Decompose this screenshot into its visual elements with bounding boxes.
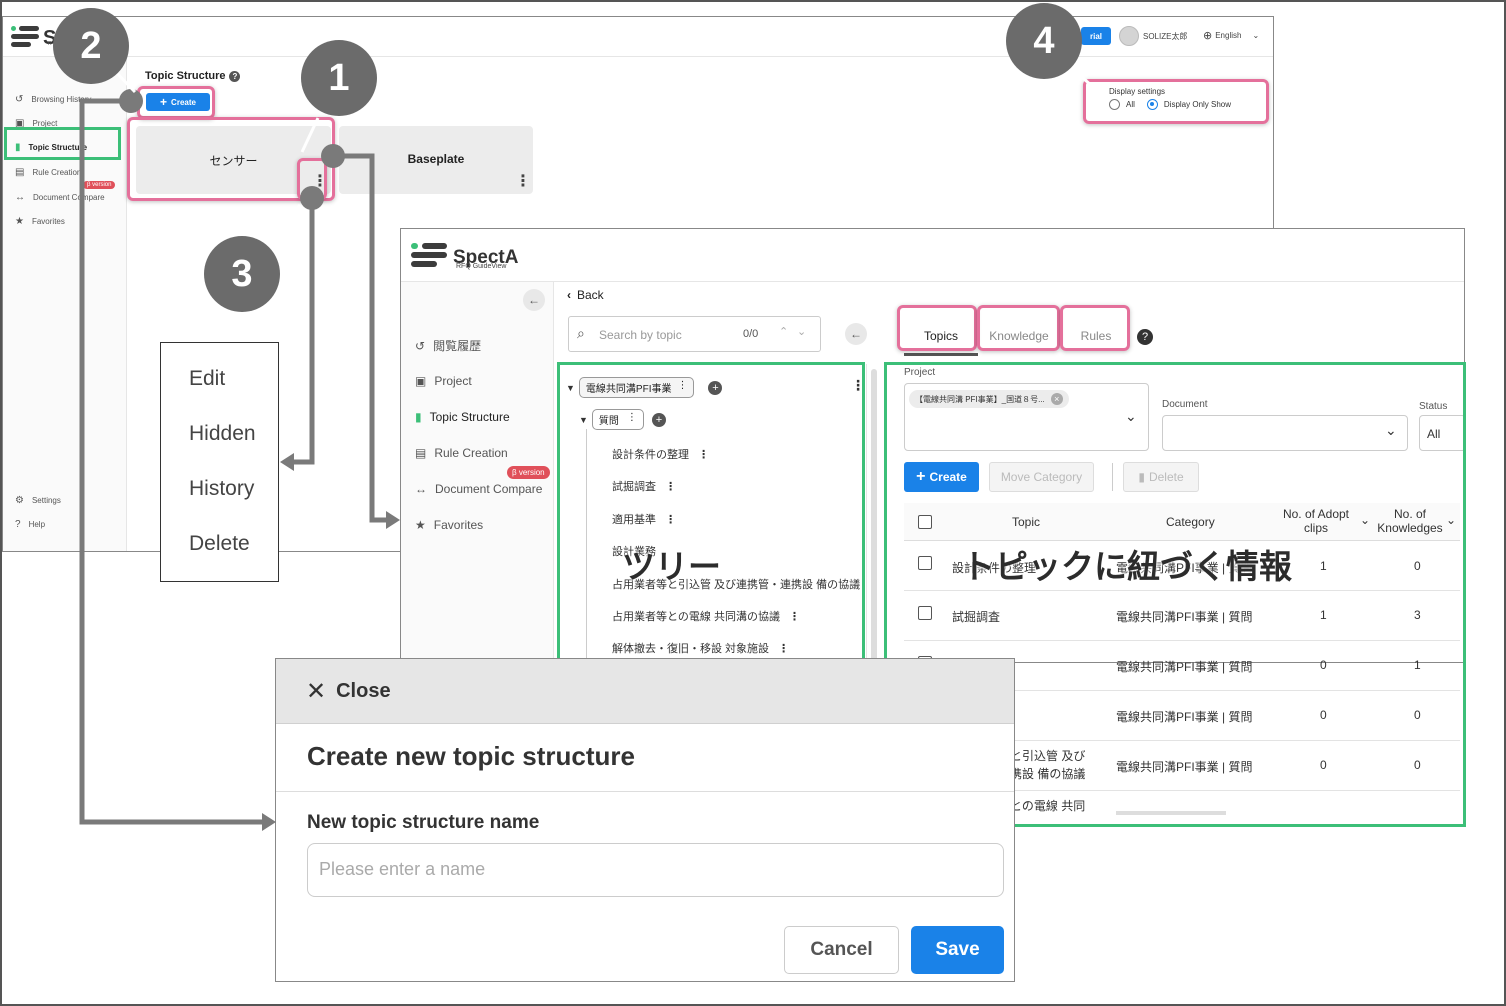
arrowhead-modal	[262, 813, 276, 831]
connector-dot-card	[321, 144, 345, 168]
step-badge-4: 4	[1006, 3, 1082, 79]
step-badge-2: 2	[53, 8, 129, 84]
callout-line-1	[300, 117, 320, 153]
step-badge-1: 1	[301, 40, 377, 116]
callout-line-3	[263, 204, 302, 246]
callout-line-4	[1067, 63, 1093, 88]
connector-dot-kebab	[300, 186, 324, 210]
connector-lines	[79, 63, 1093, 831]
connector-card-to-screen	[333, 153, 392, 523]
step-badge-3: 3	[204, 236, 280, 312]
connector-create-to-modal	[79, 98, 270, 825]
arrowhead-screen	[386, 511, 400, 529]
connector-kebab-to-menu	[288, 200, 315, 465]
connector-dot-create	[119, 89, 143, 113]
arrowhead-menu	[280, 453, 294, 471]
